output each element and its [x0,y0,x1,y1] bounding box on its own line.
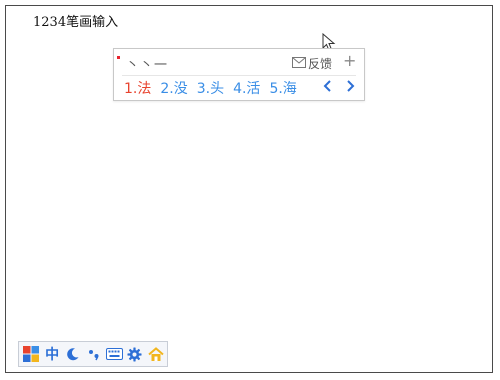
add-button[interactable]: + [343,51,356,70]
candidate-item[interactable]: 4.活 [233,78,260,98]
candidate-item[interactable]: 5.海 [269,78,296,98]
punctuation-icon[interactable] [84,344,103,364]
candidate-list: 1.法 2.没 3.头 4.活 5.海 [124,78,306,98]
ime-divider [122,75,356,76]
chevron-right-icon[interactable] [344,79,356,93]
chevron-left-icon[interactable] [322,79,334,93]
candidate-item[interactable]: 2.没 [160,78,187,98]
mail-icon[interactable] [292,57,306,68]
mode-toggle-button[interactable]: 中 [43,344,62,364]
stroke-input: 丶丶一 [126,58,169,73]
home-icon[interactable] [146,344,165,364]
keyboard-icon[interactable] [105,344,124,364]
ime-candidate-window: 丶丶一 反馈 + 1.法 2.没 3.头 4.活 5.海 [113,48,365,101]
ime-status-dot [117,56,120,59]
logo-icon[interactable] [22,344,41,364]
moon-icon[interactable] [63,344,82,364]
feedback-button[interactable]: 反馈 [308,55,332,72]
ime-toolbar: 中 [18,341,168,367]
candidate-item[interactable]: 3.头 [197,78,224,98]
gear-icon[interactable] [126,344,145,364]
typed-text: 1234笔画输入 [33,15,119,30]
candidate-item[interactable]: 1.法 [124,78,151,98]
